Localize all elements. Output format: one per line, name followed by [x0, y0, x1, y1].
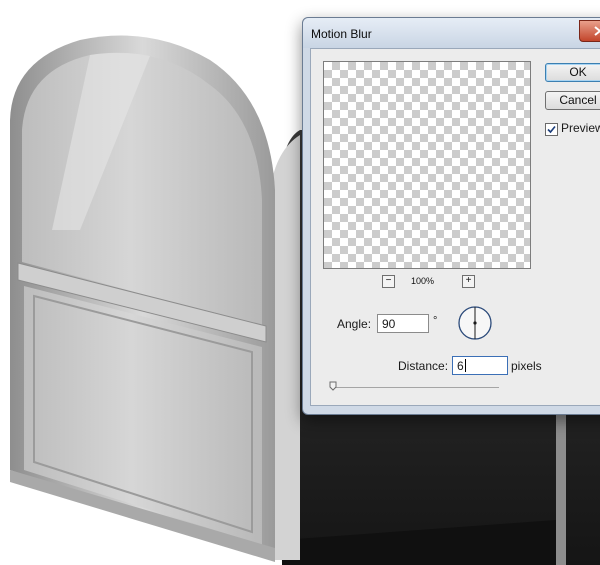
- preview-checkbox[interactable]: [545, 123, 558, 136]
- angle-label: Angle:: [337, 317, 372, 331]
- zoom-level: 100%: [411, 276, 435, 286]
- close-icon: [594, 26, 600, 36]
- degree-unit: °: [433, 315, 438, 327]
- building-pillar: [556, 405, 566, 565]
- cancel-button[interactable]: Cancel: [545, 91, 600, 110]
- dialog-title: Motion Blur: [311, 27, 372, 41]
- distance-input[interactable]: 6: [452, 356, 508, 375]
- check-icon: [547, 125, 556, 134]
- preview-canvas[interactable]: [323, 61, 531, 269]
- text-caret: [464, 359, 466, 372]
- motion-blur-dialog: Motion Blur − 100% + OK Cancel Preview A…: [302, 17, 600, 415]
- distance-label: Distance:: [398, 359, 449, 373]
- dialog-body: − 100% + OK Cancel Preview Angle: 90 ° D…: [310, 48, 600, 406]
- slider-thumb-icon[interactable]: [329, 381, 337, 391]
- ok-button[interactable]: OK: [545, 63, 600, 82]
- close-button[interactable]: [579, 20, 600, 42]
- distance-unit: pixels: [511, 359, 542, 373]
- zoom-out-button[interactable]: −: [382, 275, 395, 288]
- distance-value: 6: [457, 359, 464, 373]
- distance-slider-track[interactable]: [331, 387, 499, 388]
- angle-dial-icon[interactable]: [456, 304, 494, 342]
- title-bar[interactable]: Motion Blur: [303, 18, 600, 48]
- angle-input[interactable]: 90: [377, 314, 429, 333]
- zoom-in-button[interactable]: +: [462, 275, 475, 288]
- preview-label: Preview: [561, 121, 600, 135]
